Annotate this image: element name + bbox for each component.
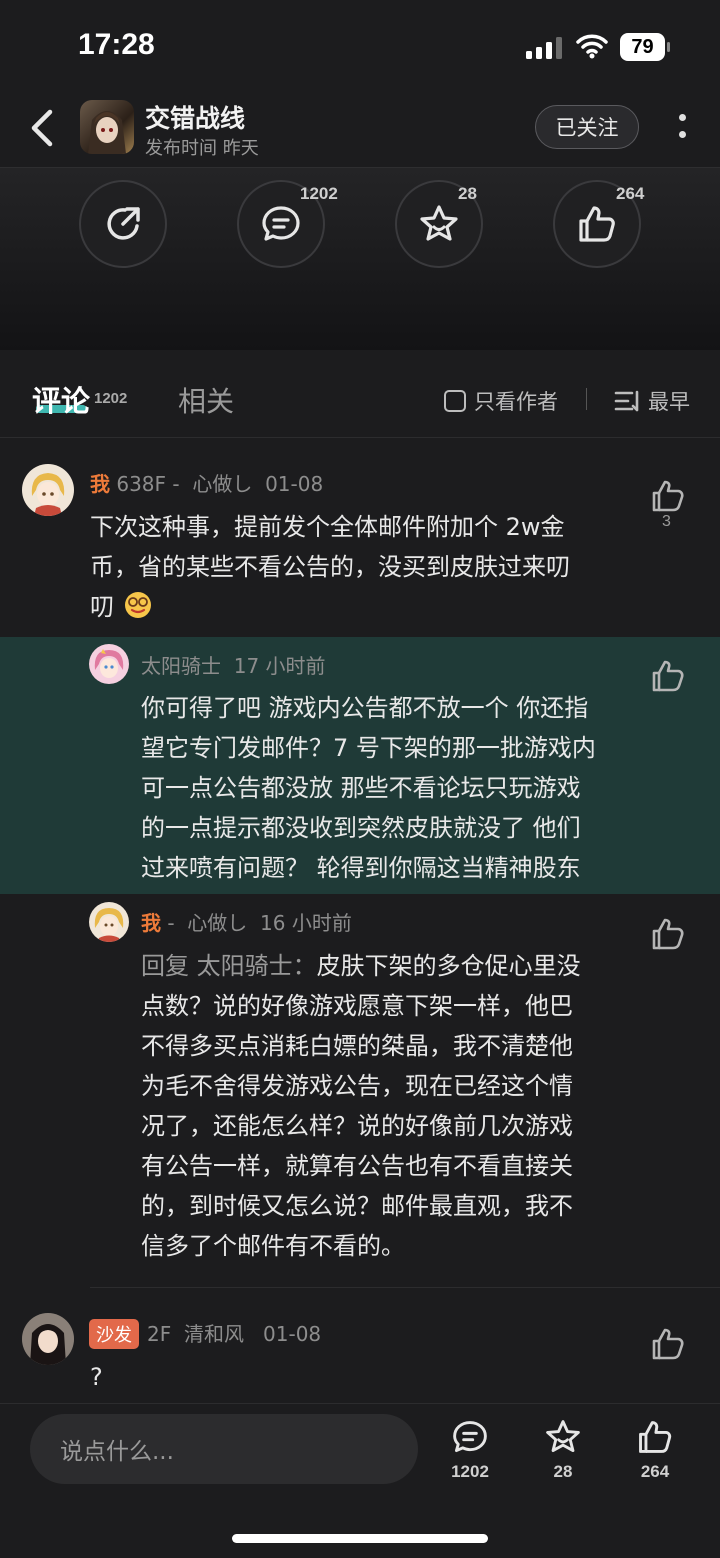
- avatar[interactable]: [22, 464, 74, 516]
- like-count: 264: [616, 184, 645, 203]
- comment-like-count: 3: [662, 513, 671, 530]
- reply-line: 有公告一样，就算有公告也有不看直接关: [141, 1152, 573, 1180]
- reply-user[interactable]: 太阳骑士: [141, 654, 221, 678]
- emoji-icon: [124, 592, 151, 618]
- share-icon: [107, 207, 140, 240]
- author-only-toggle[interactable]: 只看作者: [444, 386, 558, 416]
- favorite-count: 28: [458, 184, 477, 203]
- avatar[interactable]: [22, 1313, 74, 1365]
- tab-related[interactable]: 相关: [178, 380, 234, 420]
- reply-line: 可一点公告都没放 那些不看论坛只玩游戏: [141, 774, 581, 802]
- reply-time: 17 小时前: [233, 654, 326, 678]
- thumbs-up-icon: [579, 206, 615, 242]
- avatar[interactable]: [89, 902, 129, 942]
- thumbs-up-icon[interactable]: [650, 916, 686, 952]
- comment-meta: 我 638F - 心做し 01-08: [90, 468, 323, 497]
- more-icon[interactable]: [672, 110, 692, 146]
- comment-sep: -: [172, 472, 180, 496]
- reply-prefix[interactable]: 回复 太阳骑士：: [141, 952, 317, 980]
- comment-icon: [453, 1421, 487, 1453]
- reply-line: 回复 太阳骑士：皮肤下架的多仓促心里没: [141, 952, 581, 980]
- reply-sep: -: [167, 911, 175, 935]
- comment-meta: 沙发 2F 清和风 01-08: [89, 1318, 321, 1349]
- wifi-icon: [576, 34, 608, 59]
- comment-line: 币，省的某些不看公告的，没买到皮肤过来叨: [90, 553, 570, 581]
- comment-floor: 2F: [147, 1322, 172, 1346]
- reply-body: 回复 太阳骑士：皮肤下架的多仓促心里没 点数？说的好像游戏愿意下架一样，他巴 不…: [141, 946, 641, 1266]
- thumbs-up-icon[interactable]: [650, 658, 686, 694]
- comment-date: 01-08: [263, 1322, 322, 1346]
- sort-label: 最早: [648, 390, 690, 414]
- tab-comments[interactable]: 评论: [32, 378, 90, 420]
- comment-nickname[interactable]: 清和风: [184, 1322, 244, 1346]
- reply-nickname: 心做し: [187, 911, 248, 935]
- comment-icon: [262, 206, 300, 241]
- reply-line: 的，到时候又怎么说？邮件最直观，我不: [141, 1192, 573, 1220]
- share-button[interactable]: [79, 180, 167, 268]
- comment-body: ?: [90, 1363, 103, 1391]
- reply-meta: 太阳骑士 17 小时前: [141, 650, 326, 679]
- back-icon[interactable]: [26, 108, 62, 148]
- sort-toggle[interactable]: 最早: [614, 386, 690, 416]
- reply-meta: 我 - 心做し 16 小时前: [141, 907, 352, 936]
- game-avatar[interactable]: [80, 100, 134, 154]
- thumbs-up-icon: [639, 1421, 672, 1453]
- sort-icon: [614, 390, 639, 412]
- home-indicator[interactable]: [232, 1534, 488, 1543]
- avatar[interactable]: [89, 644, 129, 684]
- reply-line: 信多了个邮件有不看的。: [141, 1232, 405, 1260]
- star-icon: [420, 205, 458, 241]
- comment-line: 叨: [90, 587, 630, 627]
- comment-nickname: 心做し: [192, 472, 253, 496]
- checkbox-icon[interactable]: [444, 390, 466, 412]
- reply-time: 16 小时前: [260, 911, 352, 935]
- sofa-badge: 沙发: [89, 1319, 139, 1349]
- reply-line: 望它专门发邮件？7 号下架的那一批游戏内: [141, 734, 596, 762]
- comment-count: 1202: [300, 184, 338, 203]
- comment-input[interactable]: 说点什么...: [30, 1414, 418, 1484]
- bottom-comment-button[interactable]: 1202: [430, 1418, 510, 1482]
- bottom-favorite-button[interactable]: 28: [523, 1418, 603, 1482]
- comment-user[interactable]: 我: [90, 472, 110, 496]
- reply-line: 况了，还能怎么样？说的好像前几次游戏: [141, 1112, 573, 1140]
- bottom-comment-count: 1202: [451, 1462, 489, 1481]
- reply-user[interactable]: 我: [141, 911, 161, 935]
- comment-line: 下次这种事，提前发个全体邮件附加个 2w金: [90, 513, 565, 541]
- star-icon: [546, 1420, 580, 1453]
- reply-line: 的一点提示都没收到突然皮肤就没了 他们: [141, 814, 581, 842]
- reply-body: 你可得了吧 游戏内公告都不放一个 你还指 望它专门发邮件？7 号下架的那一批游戏…: [141, 688, 641, 888]
- bottom-like-button[interactable]: 264: [615, 1418, 695, 1482]
- page-title: 交错战线: [145, 104, 246, 133]
- publish-time: 发布时间 昨天: [145, 138, 259, 159]
- signal-icon: [526, 37, 562, 59]
- battery-icon: 79: [620, 33, 670, 61]
- bottom-like-count: 264: [640, 1462, 670, 1481]
- divider: [90, 1287, 720, 1288]
- comment-date: 01-08: [265, 472, 324, 496]
- battery-level: 79: [631, 35, 654, 58]
- comment-floor: 638F: [116, 472, 167, 496]
- bottom-favorite-count: 28: [553, 1462, 573, 1481]
- comment-body: 下次这种事，提前发个全体邮件附加个 2w金 币，省的某些不看公告的，没买到皮肤过…: [90, 507, 630, 627]
- divider: [586, 388, 587, 410]
- author-only-label: 只看作者: [474, 390, 558, 414]
- reply-line: 过来喷有问题？ 轮得到你隔这当精神股东: [141, 854, 581, 882]
- thumbs-up-icon[interactable]: [650, 478, 686, 514]
- status-time: 17:28: [78, 28, 155, 61]
- thumbs-up-icon[interactable]: [650, 1326, 686, 1362]
- reply-line: 你可得了吧 游戏内公告都不放一个 你还指: [141, 694, 589, 722]
- reply-line: 点数？说的好像游戏愿意下架一样，他巴: [141, 992, 573, 1020]
- follow-button[interactable]: 已关注: [535, 105, 639, 149]
- reply-line: 不得多买点消耗白嫖的桀晶，我不清楚他: [141, 1032, 573, 1060]
- tab-comments-count: 1202: [94, 390, 128, 407]
- reply-line: 为毛不舍得发游戏公告，现在已经这个情: [141, 1072, 573, 1100]
